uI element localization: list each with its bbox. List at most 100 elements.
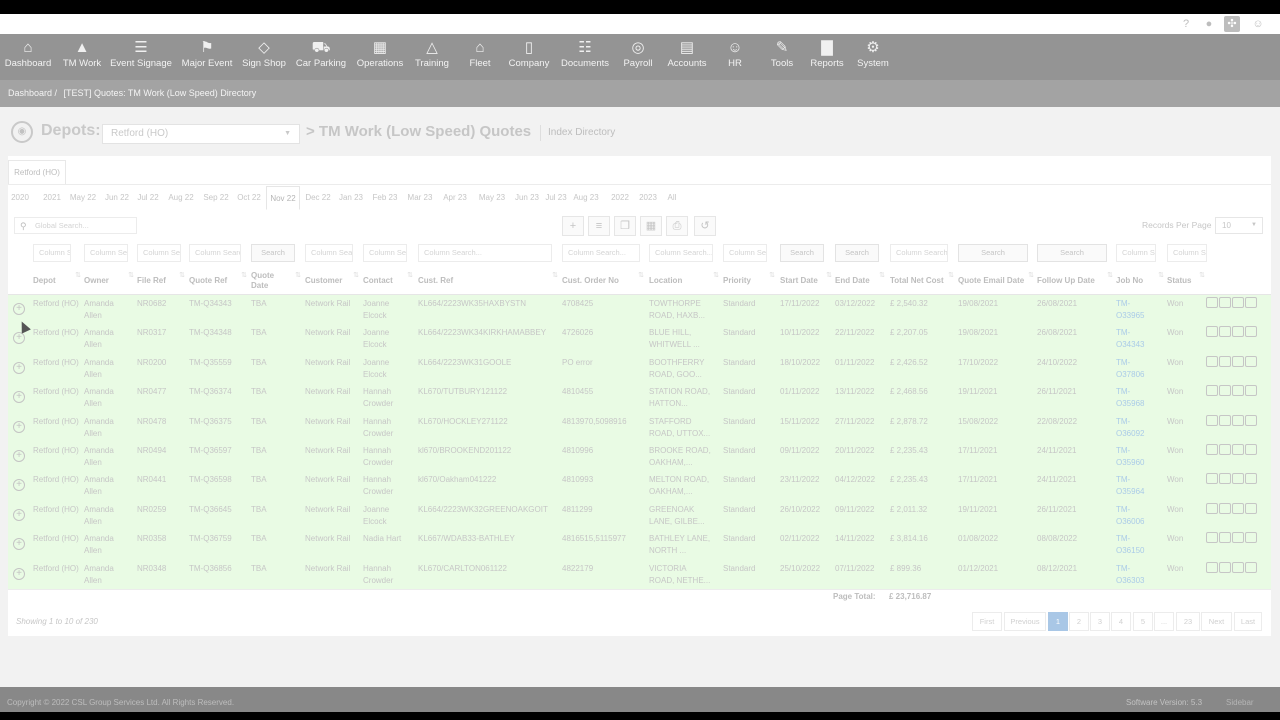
delete-icon[interactable] xyxy=(1245,414,1257,426)
delete-icon[interactable] xyxy=(1245,444,1257,455)
column-header-contact[interactable]: Contact ⇅ xyxy=(363,268,415,294)
copy-icon[interactable] xyxy=(1219,297,1231,308)
period-jul-23[interactable]: Jul 23 xyxy=(545,186,567,210)
period-may-23[interactable]: May 23 xyxy=(476,186,508,210)
delete-icon[interactable] xyxy=(1245,355,1257,367)
column-header-job-no[interactable]: Job No ⇅ xyxy=(1116,268,1166,294)
edit-icon[interactable] xyxy=(1232,444,1244,455)
edit-icon[interactable] xyxy=(1232,326,1244,338)
edit-icon[interactable] xyxy=(1232,355,1244,367)
period-aug-23[interactable]: Aug 23 xyxy=(571,186,601,210)
view-icon[interactable] xyxy=(1206,473,1218,485)
column-search-button[interactable]: Search xyxy=(780,244,824,262)
column-search-input[interactable]: Column Search... xyxy=(723,244,767,262)
expand-row-icon[interactable]: + xyxy=(13,332,25,345)
records-per-page-select[interactable]: 10 ▼ xyxy=(1215,217,1263,234)
column-search-input[interactable]: Column Search... xyxy=(418,244,552,262)
view-icon[interactable] xyxy=(1206,355,1218,367)
copy-icon[interactable] xyxy=(1219,561,1231,573)
cell-job-no[interactable]: TM-O35960 xyxy=(1116,445,1146,469)
period-2021[interactable]: 2021 xyxy=(40,186,64,210)
period-2023[interactable]: 2023 xyxy=(637,186,659,210)
bell-icon[interactable]: ● xyxy=(1201,16,1217,32)
delete-icon[interactable] xyxy=(1245,326,1257,338)
delete-icon[interactable] xyxy=(1245,502,1257,514)
column-header-priority[interactable]: Priority ⇅ xyxy=(723,268,777,294)
expand-row-icon[interactable]: + xyxy=(13,479,25,492)
column-header-status[interactable]: Status ⇅ xyxy=(1167,268,1207,294)
copy-button[interactable]: ❐ xyxy=(614,216,636,236)
column-search-input[interactable]: Column Search... xyxy=(305,244,353,262)
page-previous[interactable]: Previous xyxy=(1004,612,1046,631)
user-icon[interactable]: ☺ xyxy=(1250,16,1266,32)
period-2020[interactable]: 2020 xyxy=(8,186,32,210)
cell-job-no[interactable]: TM-O35968 xyxy=(1116,386,1146,410)
period-mar-23[interactable]: Mar 23 xyxy=(405,186,435,210)
period-sep-22[interactable]: Sep 22 xyxy=(200,186,232,210)
delete-icon[interactable] xyxy=(1245,385,1257,397)
column-header-owner[interactable]: Owner ⇅ xyxy=(84,268,136,294)
column-header-email-date[interactable]: Quote Email Date ⇅ xyxy=(958,268,1036,294)
column-header-follow-up[interactable]: Follow Up Date ⇅ xyxy=(1037,268,1115,294)
table-row[interactable]: + Retford (HO) Amanda Allen NR0259 TM-Q36645… xyxy=(8,501,1271,530)
page-1[interactable]: 1 xyxy=(1048,612,1068,631)
copy-icon[interactable] xyxy=(1219,355,1231,367)
column-search-button[interactable]: Search xyxy=(958,244,1028,262)
nav-item-system[interactable]: ⚙ System xyxy=(838,34,908,80)
fullscreen-icon[interactable]: ✣ xyxy=(1224,16,1240,32)
edit-icon[interactable] xyxy=(1232,561,1244,573)
column-search-input[interactable]: Column Search... xyxy=(84,244,128,262)
edit-icon[interactable] xyxy=(1232,473,1244,485)
delete-icon[interactable] xyxy=(1245,532,1257,544)
view-icon[interactable] xyxy=(1206,297,1218,308)
reset-button[interactable]: ↺ xyxy=(694,216,716,236)
column-header-file-ref[interactable]: File Ref ⇅ xyxy=(137,268,187,294)
table-row[interactable]: + Retford (HO) Amanda Allen NR0494 TM-Q36597… xyxy=(8,442,1271,471)
view-icon[interactable] xyxy=(1206,561,1218,573)
cell-job-no[interactable]: TM-O36092 xyxy=(1116,416,1146,440)
expand-row-icon[interactable]: + xyxy=(13,538,25,551)
column-search-input[interactable]: Column Search... xyxy=(363,244,407,262)
column-search-input[interactable]: Column Search... xyxy=(189,244,241,262)
depot-select[interactable]: Retford (HO) ▼ xyxy=(102,124,300,144)
cell-job-no[interactable]: TM-O36150 xyxy=(1116,533,1146,557)
column-search-input[interactable]: Column Search... xyxy=(137,244,181,262)
copy-icon[interactable] xyxy=(1219,385,1231,397)
page-5[interactable]: 5 xyxy=(1133,612,1153,631)
column-search-button[interactable]: Search xyxy=(251,244,295,262)
column-header-depot[interactable]: Depot ⇅ xyxy=(33,268,83,294)
delete-icon[interactable] xyxy=(1245,297,1257,308)
copy-icon[interactable] xyxy=(1219,532,1231,544)
view-icon[interactable] xyxy=(1206,532,1218,544)
column-search-input[interactable]: Column Search... xyxy=(1167,244,1207,262)
copy-icon[interactable] xyxy=(1219,502,1231,514)
period-nov-22[interactable]: Nov 22 xyxy=(266,186,300,210)
view-icon[interactable] xyxy=(1206,502,1218,514)
expand-row-icon[interactable]: + xyxy=(13,508,25,521)
help-icon[interactable]: ? xyxy=(1178,16,1194,32)
column-header-quote-date[interactable]: Quote Date ⇅ xyxy=(251,268,303,294)
page-4[interactable]: 4 xyxy=(1111,612,1131,631)
copy-icon[interactable] xyxy=(1219,444,1231,455)
period-dec-22[interactable]: Dec 22 xyxy=(303,186,333,210)
table-row[interactable]: + Retford (HO) Amanda Allen NR0358 TM-Q36759… xyxy=(8,530,1271,559)
excel-button[interactable]: ▦ xyxy=(640,216,662,236)
table-row[interactable]: + Retford (HO) Amanda Allen NR0441 TM-Q36598… xyxy=(8,471,1271,500)
edit-icon[interactable] xyxy=(1232,297,1244,308)
column-header-order-no[interactable]: Cust. Order No ⇅ xyxy=(562,268,646,294)
view-icon[interactable] xyxy=(1206,385,1218,397)
period-feb-23[interactable]: Feb 23 xyxy=(370,186,400,210)
column-search-button[interactable]: Search xyxy=(1037,244,1107,262)
tab-retford[interactable]: Retford (HO) xyxy=(8,160,66,184)
print-button[interactable]: ⎙ xyxy=(666,216,688,236)
period-2022[interactable]: 2022 xyxy=(608,186,632,210)
expand-row-icon[interactable]: + xyxy=(13,450,25,462)
page-2[interactable]: 2 xyxy=(1069,612,1089,631)
period-apr-23[interactable]: Apr 23 xyxy=(440,186,470,210)
column-header-quote-ref[interactable]: Quote Ref ⇅ xyxy=(189,268,249,294)
column-search-input[interactable]: Column Search... xyxy=(649,244,713,262)
edit-icon[interactable] xyxy=(1232,502,1244,514)
expand-row-icon[interactable]: + xyxy=(13,391,25,404)
column-header-customer[interactable]: Customer ⇅ xyxy=(305,268,361,294)
table-row[interactable]: + Retford (HO) Amanda Allen NR0317 TM-Q34348… xyxy=(8,324,1271,353)
